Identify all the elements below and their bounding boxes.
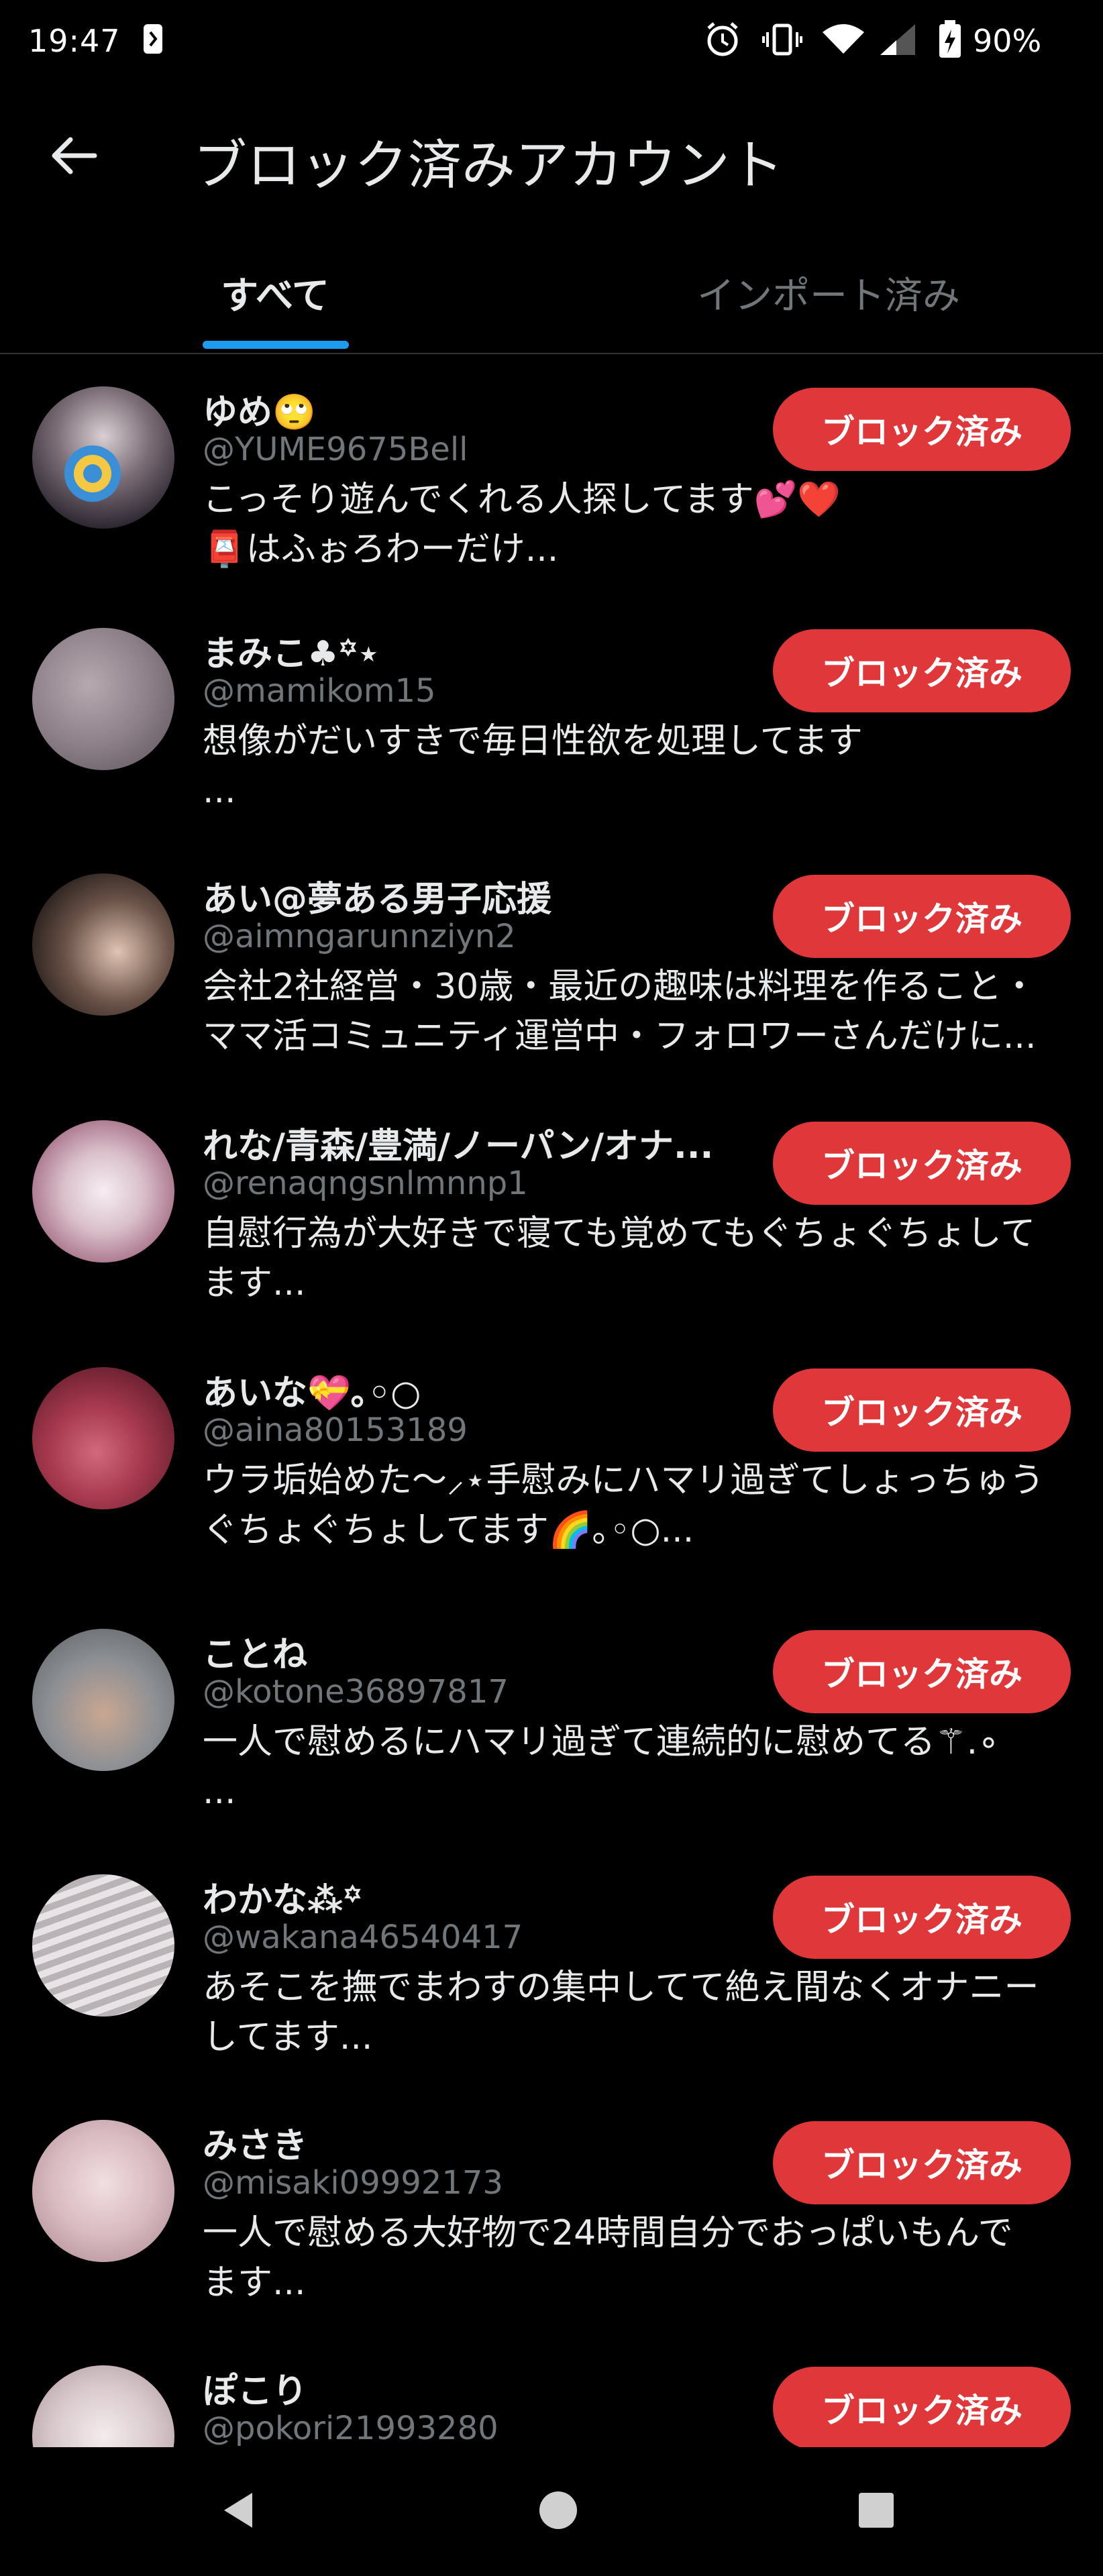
- active-tab-indicator: [203, 341, 349, 349]
- avatar[interactable]: [32, 386, 174, 529]
- account-name: ことね: [203, 1635, 308, 1675]
- account-handle: @aimngarunnziyn2: [203, 918, 516, 955]
- account-name: まみこ♣︎꙳⋆: [203, 634, 380, 674]
- account-name: ぽこり: [203, 2371, 308, 2412]
- account-handle: @kotone36897817: [203, 1673, 509, 1711]
- avatar[interactable]: [32, 2120, 174, 2262]
- account-handle: @aina80153189: [203, 1411, 468, 1449]
- account-handle: @YUME9675Bell: [203, 431, 468, 468]
- blocked-button[interactable]: ブロック済み: [773, 875, 1071, 958]
- nav-home-button[interactable]: [525, 2478, 592, 2545]
- account-bio: こっそり遊んでくれる人探してます💕❤️ 📮はふぉろわーだけ...: [203, 480, 841, 570]
- avatar[interactable]: [32, 628, 174, 770]
- avatar[interactable]: [32, 873, 174, 1016]
- list-item[interactable]: あいな💝｡◦○ @aina80153189 ウラ垢始めた〜⸝⋆手慰みにハマリ過ぎ…: [0, 1335, 1103, 1597]
- account-bio: 会社2社経営・30歳・最近の趣味は料理を作ること・ ママ活コミュニティ運営中・フ…: [203, 967, 1037, 1057]
- account-bio: ウラ垢始めた〜⸝⋆手慰みにハマリ過ぎてしょっちゅう ぐちょぐちょしてます🌈｡◦○…: [203, 1460, 1045, 1550]
- account-handle: @misaki09992173: [203, 2164, 503, 2202]
- account-bio: 一人で慰めるにハマリ過ぎて連続的に慰めてる⚚.∘ ...: [203, 1722, 1000, 1812]
- alarm-icon: [703, 20, 742, 62]
- blocked-button[interactable]: ブロック済み: [773, 1368, 1071, 1452]
- account-handle: @wakana46540417: [203, 1919, 523, 1956]
- avatar[interactable]: [32, 1629, 174, 1771]
- battery-charging-icon: [938, 20, 962, 62]
- account-name: れな/青森/豊満/ノーパン/オナ...: [203, 1126, 714, 1167]
- avatar[interactable]: [32, 1367, 174, 1509]
- back-button[interactable]: [42, 125, 106, 189]
- list-item[interactable]: ゆめ🙄 @YUME9675Bell こっそり遊んでくれる人探してます💕❤️ 📮は…: [0, 354, 1103, 596]
- account-name: ゆめ🙄: [203, 392, 316, 433]
- blocked-button[interactable]: ブロック済み: [773, 1876, 1071, 1959]
- account-name: あい@夢ある男子応援: [203, 879, 552, 920]
- battery-percent: 90%: [973, 23, 1042, 59]
- account-handle: @renaqngsnlmnnp1: [203, 1165, 528, 1202]
- page-title: ブロック済みアカウント: [193, 134, 784, 197]
- notification-icon: [141, 20, 165, 60]
- status-bar: 19:47 90%: [0, 0, 1103, 80]
- list-item[interactable]: あい@夢ある男子応援 @aimngarunnziyn2 会社2社経営・30歳・最…: [0, 841, 1103, 1088]
- account-name: みさき: [203, 2126, 308, 2166]
- list-item[interactable]: まみこ♣︎꙳⋆ @mamikom15 想像がだいすきで毎日性欲を処理してます .…: [0, 596, 1103, 841]
- account-name: わかな⁂꙳: [203, 1880, 362, 1921]
- account-bio: 一人で慰める大好物で24時間自分でおっぱいもんで ます...: [203, 2213, 1013, 2303]
- blocked-button[interactable]: ブロック済み: [773, 2367, 1071, 2447]
- blocked-button[interactable]: ブロック済み: [773, 1630, 1071, 1713]
- list-item[interactable]: れな/青森/豊満/ノーパン/オナ... @renaqngsnlmnnp1 自慰行…: [0, 1088, 1103, 1335]
- blocked-accounts-list[interactable]: ゆめ🙄 @YUME9675Bell こっそり遊んでくれる人探してます💕❤️ 📮は…: [0, 354, 1103, 2447]
- tab-imported[interactable]: インポート済み: [671, 248, 986, 353]
- home-circle-icon: [537, 2489, 580, 2534]
- wifi-icon: [820, 20, 867, 62]
- account-name: あいな💝｡◦○: [203, 1373, 421, 1413]
- status-time: 19:47: [28, 23, 121, 59]
- account-bio: 自慰行為が大好きで寝ても覚めてもぐちょぐちょして ます...: [203, 1214, 1036, 1303]
- app-header: ブロック済みアカウント: [0, 94, 1103, 215]
- blocked-button[interactable]: ブロック済み: [773, 629, 1071, 712]
- back-triangle-icon: [217, 2489, 260, 2534]
- avatar[interactable]: [32, 1120, 174, 1263]
- back-arrow-icon: [50, 136, 97, 178]
- list-item[interactable]: ぽこり @pokori21993280 ブロック済み: [0, 2333, 1103, 2447]
- tab-all[interactable]: すべて: [148, 248, 403, 353]
- account-handle: @pokori21993280: [203, 2410, 498, 2447]
- tab-bar: すべて インポート済み: [0, 248, 1103, 354]
- account-handle: @mamikom15: [203, 672, 436, 710]
- list-item[interactable]: わかな⁂꙳ @wakana46540417 あそこを撫でまわすの集中してて絶え間…: [0, 1842, 1103, 2088]
- account-bio: あそこを撫でまわすの集中してて絶え間なくオナニー してます...: [203, 1968, 1039, 2057]
- blocked-button[interactable]: ブロック済み: [773, 2121, 1071, 2204]
- recents-square-icon: [855, 2489, 898, 2534]
- list-item[interactable]: ことね @kotone36897817 一人で慰めるにハマリ過ぎて連続的に慰めて…: [0, 1597, 1103, 1842]
- signal-icon: [876, 20, 919, 62]
- vibrate-icon: [762, 20, 802, 62]
- blocked-button[interactable]: ブロック済み: [773, 1122, 1071, 1205]
- blocked-button[interactable]: ブロック済み: [773, 388, 1071, 471]
- nav-back-button[interactable]: [205, 2478, 272, 2545]
- nav-recents-button[interactable]: [843, 2478, 910, 2545]
- list-item[interactable]: みさき @misaki09992173 一人で慰める大好物で24時間自分でおっぱ…: [0, 2088, 1103, 2333]
- system-nav-bar: [0, 2447, 1103, 2576]
- account-bio: 想像がだいすきで毎日性欲を処理してます ...: [203, 721, 863, 811]
- avatar[interactable]: [32, 2365, 174, 2447]
- avatar[interactable]: [32, 1874, 174, 2017]
